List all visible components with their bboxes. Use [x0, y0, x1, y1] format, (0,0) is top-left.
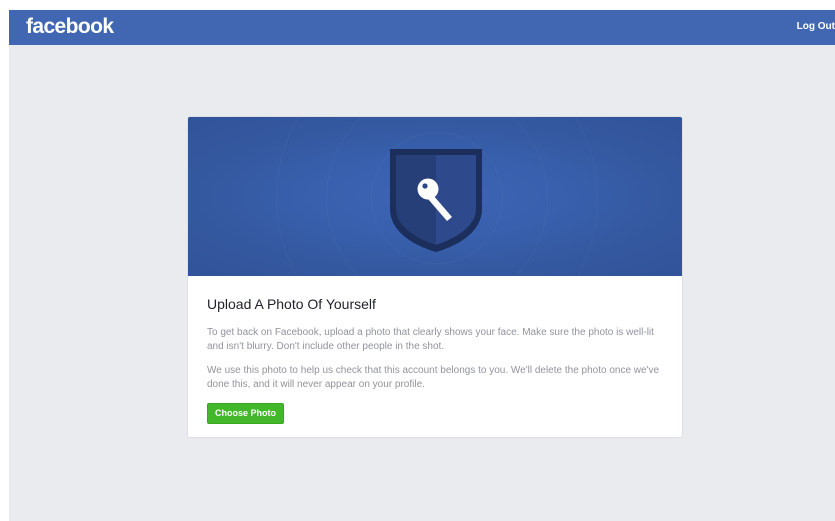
privacy-paragraph: We use this photo to help us check that …	[207, 365, 660, 390]
security-banner	[188, 117, 682, 276]
card-content: Upload A Photo Of Yourself To get back o…	[207, 295, 667, 424]
shield-key-icon	[390, 149, 482, 252]
instructions-paragraph: To get back on Facebook, upload a photo …	[207, 327, 654, 352]
card-title: Upload A Photo Of Yourself	[207, 296, 376, 312]
upload-photo-card: Upload A Photo Of Yourself To get back o…	[187, 116, 683, 438]
facebook-logo[interactable]: facebook	[26, 15, 114, 39]
logout-link[interactable]: Log Out	[797, 21, 835, 32]
top-navigation-bar: facebook Log Out	[9, 10, 835, 45]
choose-photo-button[interactable]: Choose Photo	[207, 403, 284, 424]
app-screen: facebook Log Out Upload A Photo Of Yours…	[9, 10, 835, 521]
